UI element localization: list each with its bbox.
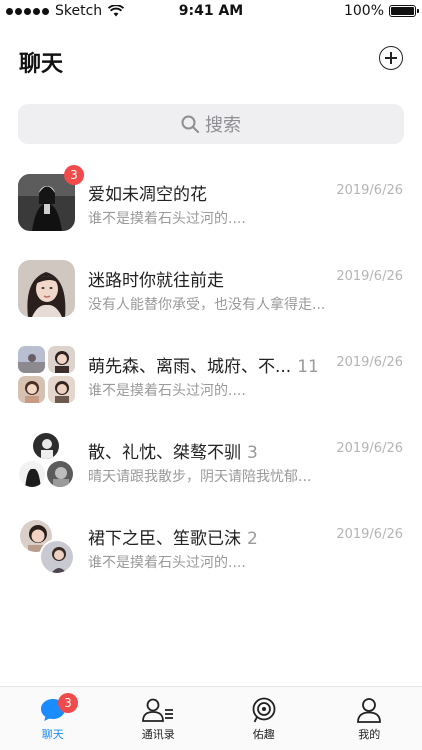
tab-label: 我的 [358, 728, 381, 741]
chat-name: 爱如未凋空的花 [88, 180, 207, 205]
tab-chat[interactable]: 3 聊天 [0, 687, 106, 750]
search-placeholder: 搜索 [205, 115, 241, 136]
chat-row[interactable]: 裙下之臣、笙歌已沫 2 谁不是摸着石头过河的.... 2019/6/26 [0, 504, 422, 590]
status-bar: Sketch 9:41 AM 100% [0, 0, 422, 22]
chat-preview: 没有人能替你承受，也没有人拿得走... [88, 297, 326, 313]
chat-name: 裙下之臣、笙歌已沫 2 [88, 524, 258, 549]
avatar [18, 260, 75, 317]
member-count: 2 [247, 529, 258, 549]
chat-row[interactable]: 迷路时你就往前走 没有人能替你承受，也没有人拿得走... 2019/6/26 [0, 246, 422, 332]
tab-bar: 3 聊天 通讯录 佑趣 我的 [0, 686, 422, 750]
chat-preview: 晴天请跟我散步，阴天请陪我忧郁... [88, 469, 312, 485]
tab-label: 佑趣 [252, 728, 275, 741]
group-avatar [18, 346, 75, 403]
chat-date: 2019/6/26 [336, 527, 403, 542]
chat-name-text: 散、礼忱、桀骜不驯 [88, 443, 241, 463]
profile-icon [357, 698, 382, 723]
tab-profile[interactable]: 我的 [317, 687, 422, 750]
chat-name: 迷路时你就往前走 [88, 266, 224, 291]
chat-date: 2019/6/26 [336, 441, 403, 456]
member-count: 3 [247, 443, 258, 463]
battery-status: 100% [343, 3, 419, 19]
battery-percent: 100% [343, 3, 384, 19]
chat-row[interactable]: 散、礼忱、桀骜不驯 3 晴天请跟我散步，阴天请陪我忧郁... 2019/6/26 [0, 418, 422, 504]
search-icon [181, 115, 199, 133]
chat-row[interactable]: 萌先森、离雨、城府、不... 11 谁不是摸着石头过河的.... 2019/6/2… [0, 332, 422, 418]
chat-name-text: 迷路时你就往前走 [88, 271, 224, 291]
chat-date: 2019/6/26 [336, 269, 403, 284]
chat-name-text: 爱如未凋空的花 [88, 185, 207, 205]
nav-header: 聊天 [0, 30, 422, 86]
chat-name: 萌先森、离雨、城府、不... 11 [88, 352, 319, 377]
add-chat-button[interactable] [379, 46, 403, 70]
tab-discover[interactable]: 佑趣 [211, 687, 317, 750]
chat-screen: Sketch 9:41 AM 100% 聊天 搜索 3 爱如未凋空的花 谁不是摸… [0, 0, 422, 750]
chat-date: 2019/6/26 [336, 183, 403, 198]
avatar: 3 [18, 165, 84, 231]
chat-date: 2019/6/26 [336, 355, 403, 370]
member-count: 11 [297, 357, 319, 377]
discover-icon [252, 697, 276, 723]
contacts-icon [142, 698, 174, 722]
tab-label: 通讯录 [141, 728, 175, 741]
chat-preview: 谁不是摸着石头过河的.... [88, 383, 246, 399]
tab-contacts[interactable]: 通讯录 [106, 687, 212, 750]
chat-name-text: 萌先森、离雨、城府、不... [88, 357, 292, 377]
chat-row[interactable]: 3 爱如未凋空的花 谁不是摸着石头过河的.... 2019/6/26 [0, 160, 422, 246]
search-bar[interactable]: 搜索 [18, 104, 404, 144]
page-title: 聊天 [19, 52, 64, 77]
unread-badge: 3 [64, 165, 84, 185]
battery-icon [389, 5, 419, 17]
chat-preview: 谁不是摸着石头过河的.... [88, 555, 246, 571]
chat-list: 3 爱如未凋空的花 谁不是摸着石头过河的.... 2019/6/26 迷路时你就… [0, 160, 422, 590]
chat-preview: 谁不是摸着石头过河的.... [88, 211, 246, 227]
tab-unread-badge: 3 [58, 693, 78, 713]
chat-name-text: 裙下之臣、笙歌已沫 [88, 529, 241, 549]
group-avatar [18, 432, 75, 489]
group-avatar [18, 518, 75, 575]
tab-label: 聊天 [41, 728, 64, 741]
chat-name: 散、礼忱、桀骜不驯 3 [88, 438, 258, 463]
